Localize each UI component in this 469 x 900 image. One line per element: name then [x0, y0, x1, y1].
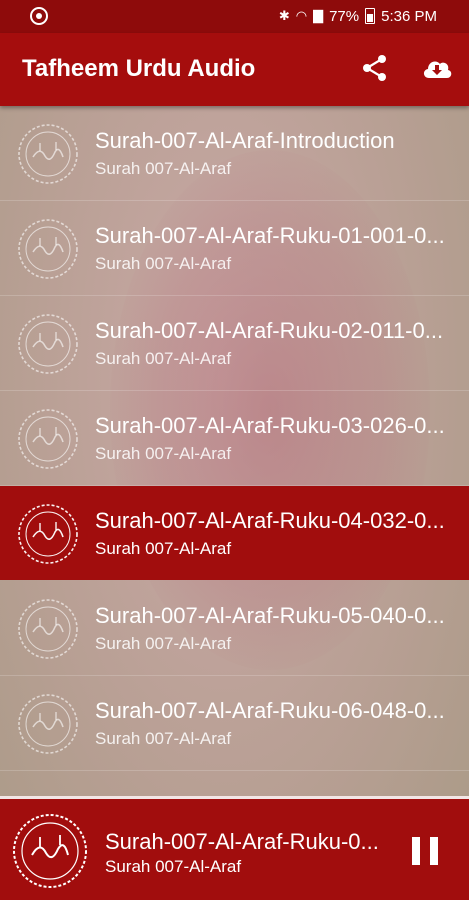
track-row[interactable]: Surah-007-Al-Araf-Introduction Surah 007-…	[0, 106, 469, 201]
surah-calligraphy-icon	[18, 124, 78, 184]
track-title: Surah-007-Al-Araf-Introduction	[95, 128, 395, 153]
app-title: Tafheem Urdu Audio	[22, 55, 256, 82]
track-subtitle: Surah 007-Al-Araf	[95, 729, 232, 748]
wifi-icon: ◠	[295, 8, 308, 23]
track-row[interactable]: Surah-007-Al-Araf-Ruku-06-048-0... Surah …	[0, 676, 469, 771]
track-title: Surah-007-Al-Araf-Ruku-05-040-0...	[95, 603, 445, 628]
track-subtitle: Surah 007-Al-Araf	[95, 159, 232, 178]
surah-calligraphy-icon	[18, 409, 78, 469]
track-row[interactable]: Surah-007-Al-Araf-Ruku-01-001-0... Surah …	[0, 201, 469, 296]
track-row-partial[interactable]	[0, 771, 469, 796]
surah-calligraphy-icon	[18, 219, 78, 279]
status-bar: ✱ ◠ ▇ 77% 5:36 PM	[0, 0, 469, 33]
track-row[interactable]: Surah-007-Al-Araf-Ruku-04-032-0... Surah …	[0, 486, 469, 580]
track-row[interactable]: Surah-007-Al-Araf-Ruku-05-040-0... Surah …	[0, 581, 469, 676]
battery-percent: 77%	[329, 7, 360, 25]
signal-icon: ▇	[313, 8, 324, 23]
now-playing-title: Surah-007-Al-Araf-Ruku-0...	[105, 829, 379, 854]
clock: 5:36 PM	[381, 7, 437, 25]
track-subtitle: Surah 007-Al-Araf	[95, 349, 232, 368]
surah-calligraphy-icon	[13, 814, 87, 888]
track-row[interactable]: Surah-007-Al-Araf-Ruku-03-026-0... Surah …	[0, 391, 469, 486]
app-notification-icon	[30, 7, 48, 25]
track-title: Surah-007-Al-Araf-Ruku-04-032-0...	[95, 508, 445, 533]
now-playing-subtitle: Surah 007-Al-Araf	[105, 857, 242, 876]
surah-calligraphy-icon	[18, 504, 78, 564]
cloud-download-icon[interactable]	[421, 54, 453, 84]
surah-calligraphy-icon	[18, 314, 78, 374]
track-list[interactable]: Surah-007-Al-Araf-Introduction Surah 007-…	[0, 106, 469, 796]
track-subtitle: Surah 007-Al-Araf	[95, 539, 232, 558]
track-title: Surah-007-Al-Araf-Ruku-03-026-0...	[95, 413, 445, 438]
surah-calligraphy-icon	[18, 694, 78, 754]
track-subtitle: Surah 007-Al-Araf	[95, 444, 232, 463]
track-subtitle: Surah 007-Al-Araf	[95, 634, 232, 653]
now-playing-bar[interactable]: Surah-007-Al-Araf-Ruku-0... Surah 007-Al…	[0, 796, 469, 900]
track-title: Surah-007-Al-Araf-Ruku-01-001-0...	[95, 223, 445, 248]
app-bar: Tafheem Urdu Audio	[0, 33, 469, 106]
track-subtitle: Surah 007-Al-Araf	[95, 254, 232, 273]
pause-icon[interactable]	[412, 837, 438, 865]
track-row[interactable]: Surah-007-Al-Araf-Ruku-02-011-0... Surah …	[0, 296, 469, 391]
track-title: Surah-007-Al-Araf-Ruku-02-011-0...	[95, 318, 444, 343]
track-title: Surah-007-Al-Araf-Ruku-06-048-0...	[95, 698, 445, 723]
battery-icon	[365, 8, 376, 24]
bluetooth-icon: ✱	[278, 8, 290, 23]
surah-calligraphy-icon	[18, 599, 78, 659]
share-icon[interactable]	[360, 53, 390, 83]
